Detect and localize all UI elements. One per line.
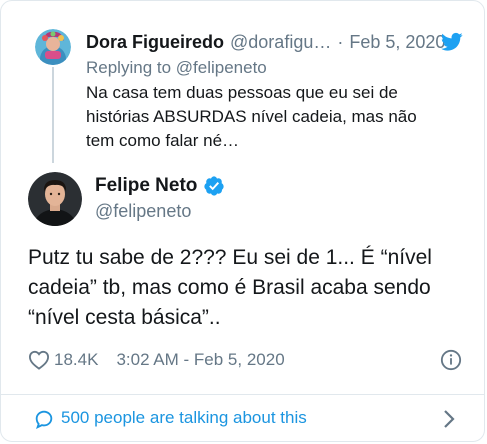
tweet-timestamp[interactable]: 3:02 AM - Feb 5, 2020 <box>116 350 284 370</box>
main-author-handle[interactable]: @felipeneto <box>95 201 191 222</box>
replying-to-label[interactable]: Replying to @felipeneto <box>86 58 267 78</box>
parent-tweet-date[interactable]: Feb 5, 2020 <box>349 32 445 53</box>
main-text-line: Putz tu sabe de 2??? Eu sei de 1... É “n… <box>28 246 432 269</box>
main-author-name[interactable]: Felipe Neto <box>95 175 197 197</box>
tweet-meta-row: 18.4K 3:02 AM - Feb 5, 2020 <box>28 347 285 373</box>
speech-bubble-icon <box>35 410 53 430</box>
twitter-bird-icon[interactable] <box>441 32 463 52</box>
main-text-line: “nível cesta básica”.. <box>28 306 221 329</box>
parent-tweet-header: Dora Figueiredo @dorafigu… · Feb 5, 2020 <box>86 30 445 54</box>
main-tweet-text: Putz tu sabe de 2??? Eu sei de 1... É “n… <box>28 243 468 333</box>
info-icon[interactable] <box>440 349 462 371</box>
embedded-tweet-card: Dora Figueiredo @dorafigu… · Feb 5, 2020… <box>0 0 485 442</box>
chevron-right-icon[interactable] <box>442 409 456 429</box>
parent-author-avatar[interactable] <box>35 29 71 65</box>
conversation-footer[interactable]: 500 people are talking about this <box>1 395 484 441</box>
parent-tweet-text: Na casa tem duas pessoas que eu sei de h… <box>86 81 466 153</box>
parent-text-line: histórias ABSURDAS nível cadeia, mas não <box>86 107 417 126</box>
heart-icon[interactable] <box>28 350 50 370</box>
thread-connector-line <box>52 67 54 163</box>
main-author-avatar[interactable] <box>28 172 82 226</box>
main-text-line: cadeia” tb, mas como é Brasil acaba send… <box>28 276 431 299</box>
parent-text-line: tem como falar né… <box>86 131 240 150</box>
parent-author-name[interactable]: Dora Figueiredo <box>86 32 224 53</box>
parent-author-handle[interactable]: @dorafigu… <box>230 32 331 53</box>
main-author-row: Felipe Neto <box>95 175 225 197</box>
header-separator: · <box>337 31 344 52</box>
parent-text-line: Na casa tem duas pessoas que eu sei de <box>86 83 398 102</box>
like-count[interactable]: 18.4K <box>54 350 98 370</box>
people-talking-link[interactable]: 500 people are talking about this <box>61 408 307 428</box>
verified-badge-icon <box>204 176 225 196</box>
